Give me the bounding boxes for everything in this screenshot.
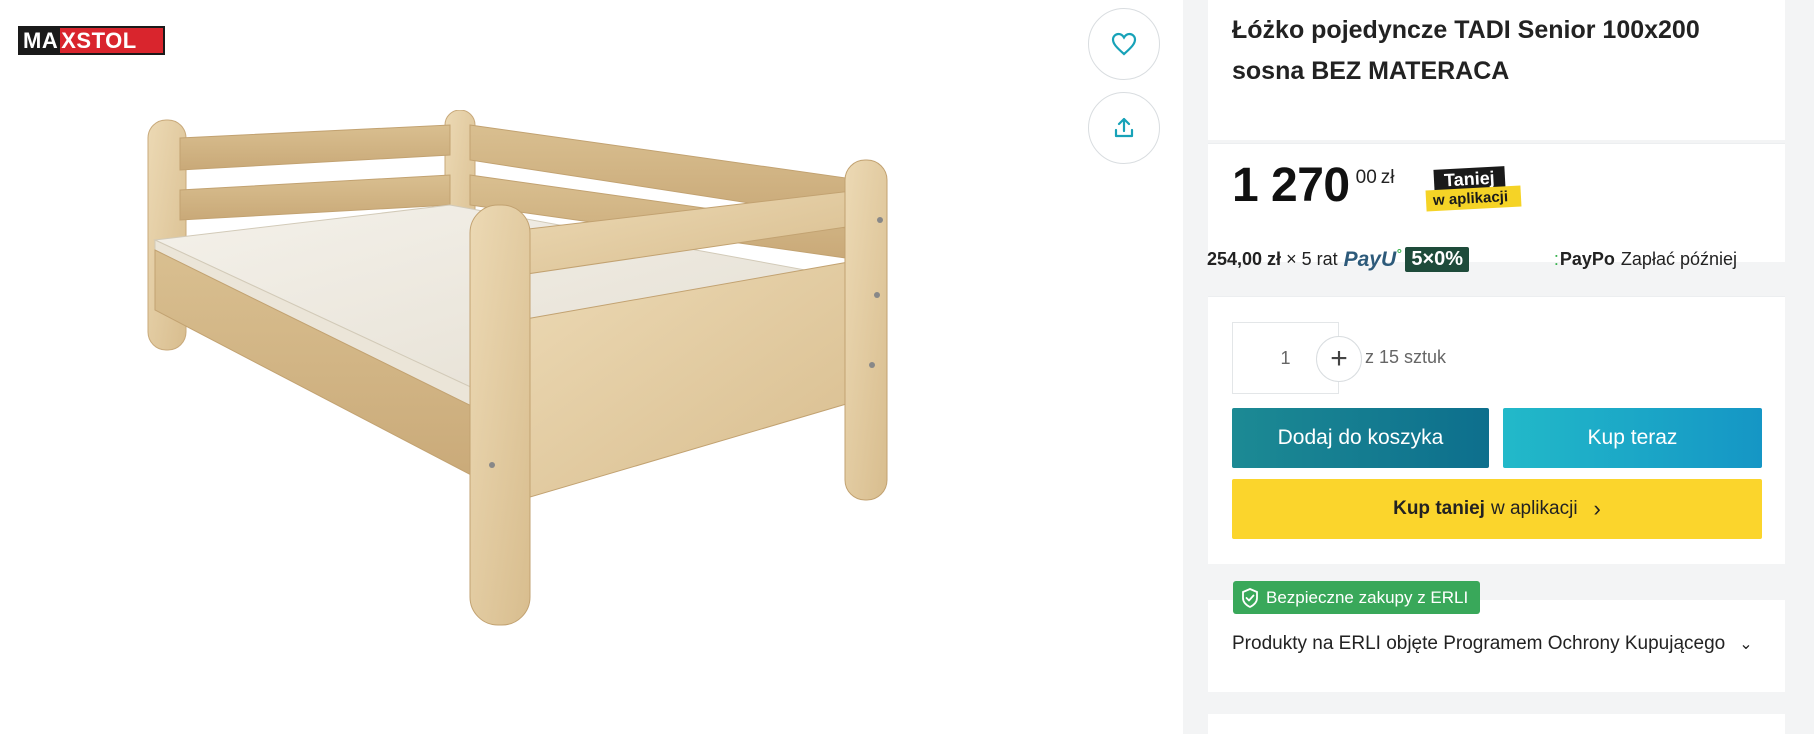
- buy-in-app-bold: Kup taniej: [1393, 498, 1485, 519]
- title-card: Łóżko pojedyncze TADI Senior 100x200 sos…: [1208, 0, 1785, 140]
- safe-shopping-badge: Bezpieczne zakupy z ERLI: [1233, 581, 1481, 614]
- cheaper-in-app-badge[interactable]: Taniej w aplikacji: [1425, 166, 1522, 212]
- product-title-line-1: Łóżko pojedyncze TADI Senior 100x200: [1232, 16, 1700, 44]
- payu-logo[interactable]: PayU°: [1344, 246, 1402, 272]
- installment-times: ×: [1286, 248, 1297, 269]
- share-icon: [1114, 117, 1134, 138]
- product-title: Łóżko pojedyncze TADI Senior 100x200 sos…: [1232, 10, 1761, 92]
- maxstol-logo: MA XSTOL: [18, 26, 165, 55]
- buyer-protection-text: Produkty na ERLI objęte Programem Ochron…: [1232, 633, 1726, 654]
- product-gallery: MA XSTOL: [0, 0, 1180, 734]
- badge-line-2: w aplikacji: [1425, 185, 1522, 212]
- quantity-increase-button[interactable]: +: [1316, 336, 1362, 382]
- buy-in-app-rest: w aplikacji: [1490, 498, 1578, 519]
- paypo-dot-icon: :: [1553, 248, 1559, 269]
- paypo-logo: PayPo: [1559, 248, 1615, 269]
- price-card: 1 270 00 zł Taniej w aplikacji: [1208, 143, 1785, 262]
- buy-in-app-button[interactable]: Kup taniej w aplikacji ›: [1232, 479, 1762, 539]
- installments-row: 254,00 zł × 5 rat PayU° 5×0% : PayPo Zap…: [1207, 246, 1737, 272]
- chevron-down-icon: ⌄: [1739, 636, 1753, 653]
- stock-info: z 15 sztuk: [1365, 347, 1447, 367]
- buy-now-button[interactable]: Kup teraz: [1503, 408, 1762, 468]
- payu-label: PayU: [1343, 248, 1397, 271]
- purchase-card: 1 + z 15 sztuk Dodaj do koszyka Kup tera…: [1208, 296, 1785, 564]
- price-integer: 1 270: [1232, 159, 1350, 212]
- paypo-text: Zapłać później: [1620, 248, 1737, 269]
- price-currency: zł: [1380, 167, 1395, 188]
- logo-part-2: XSTOL: [60, 28, 163, 53]
- heart-icon: [1111, 32, 1137, 56]
- favorite-button[interactable]: [1088, 8, 1160, 80]
- product-info-panel: Łóżko pojedyncze TADI Senior 100x200 sos…: [1183, 0, 1814, 734]
- shield-check-icon: [1242, 587, 1258, 608]
- payu-mark-icon: °: [1396, 246, 1402, 261]
- safe-shopping-text: Bezpieczne zakupy z ERLI: [1266, 587, 1469, 607]
- chevron-right-icon: ›: [1593, 496, 1601, 521]
- paypo-info[interactable]: : PayPo Zapłać później: [1554, 249, 1737, 270]
- product-title-line-2: sosna BEZ MATERACA: [1232, 57, 1510, 85]
- logo-part-1: MA: [20, 28, 61, 53]
- installment-count: 5 rat: [1301, 248, 1338, 269]
- buyer-protection-toggle[interactable]: Produkty na ERLI objęte Programem Ochron…: [1232, 633, 1753, 655]
- share-button[interactable]: [1088, 92, 1160, 164]
- price-decimal: 00: [1355, 167, 1377, 188]
- product-image-bed[interactable]: [140, 110, 1040, 730]
- price: 1 270 00 zł: [1232, 158, 1395, 214]
- payu-promo-badge: 5×0%: [1405, 246, 1470, 272]
- next-card: [1208, 714, 1785, 734]
- installment-amount: 254,00 zł: [1207, 248, 1282, 269]
- add-to-cart-button[interactable]: Dodaj do koszyka: [1232, 408, 1489, 468]
